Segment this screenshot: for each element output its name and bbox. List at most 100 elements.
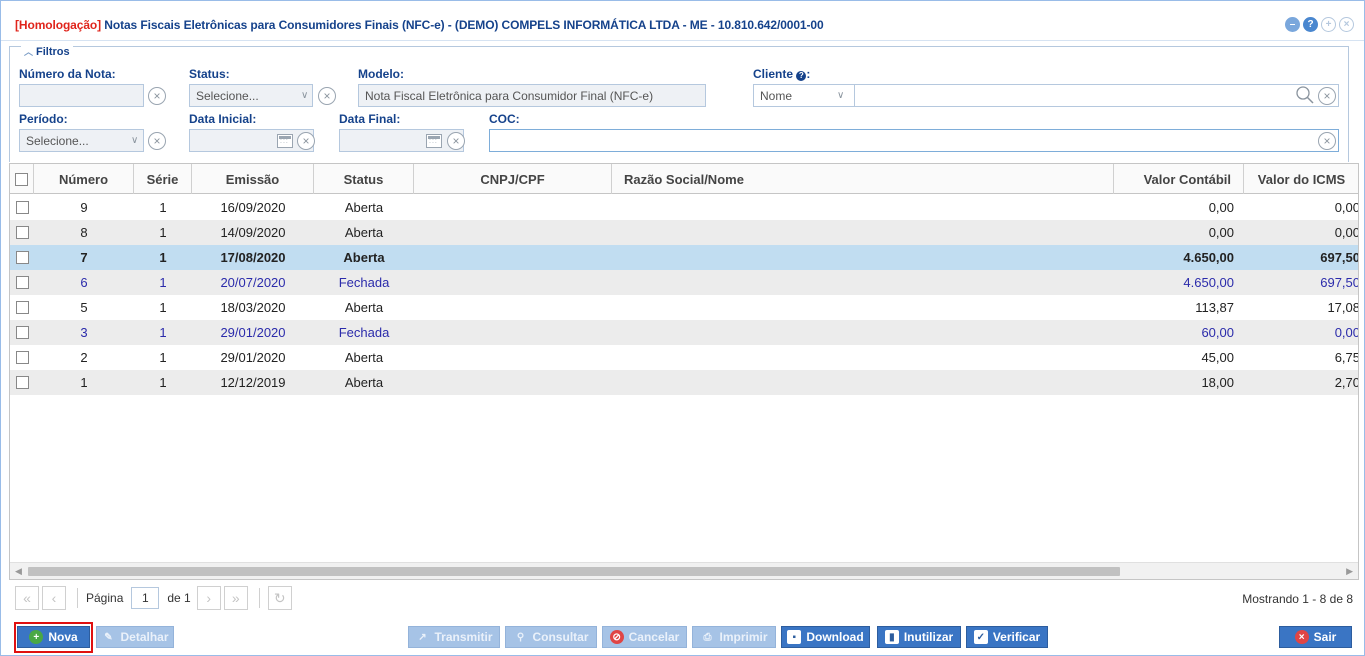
inutilizar-button[interactable]: ▮ Inutilizar — [877, 626, 961, 648]
status-clear-icon[interactable]: × — [318, 87, 336, 105]
refresh-icon[interactable]: ↻ — [267, 586, 292, 610]
periodo-select[interactable]: Selecione... — [19, 129, 144, 152]
modelo-field[interactable]: Nota Fiscal Eletrônica para Consumidor F… — [358, 84, 706, 107]
cliente-input[interactable] — [854, 84, 1339, 107]
scroll-left-icon[interactable]: ◀ — [15, 566, 22, 577]
window-tools: – ? + × — [1285, 17, 1354, 32]
cell-status: Aberta — [344, 225, 384, 240]
cell-status: Fechada — [338, 275, 390, 290]
horizontal-scrollbar[interactable]: ◀ ▶ — [10, 562, 1358, 579]
cell-valor-icms: 0,00 — [1334, 325, 1359, 340]
calendar-icon[interactable] — [277, 134, 293, 148]
coc-input[interactable] — [489, 129, 1339, 152]
row-checkbox[interactable] — [15, 301, 29, 314]
cliente-clear-icon[interactable]: × — [1318, 87, 1336, 105]
sair-button[interactable]: × Sair — [1279, 626, 1352, 648]
status-select[interactable]: Selecione... — [189, 84, 313, 107]
numero-clear-icon[interactable]: × — [148, 87, 166, 105]
cell-razao — [612, 345, 1114, 370]
pagination-toolbar: « ‹ Página 1 de 1 › » ↻ Mostrando 1 - 8 … — [9, 583, 1359, 613]
col-valor-contabil[interactable]: Valor Contábil — [1114, 164, 1244, 194]
col-cnpj[interactable]: CNPJ/CPF — [414, 164, 612, 194]
cliente-type-dropdown-icon[interactable]: ∨ — [837, 90, 844, 101]
page-of-label: de 1 — [167, 591, 191, 605]
cancel-icon: ⊘ — [609, 630, 624, 644]
cell-numero: 8 — [80, 225, 88, 240]
cell-cnpj — [414, 295, 612, 320]
col-status[interactable]: Status — [314, 164, 414, 194]
cancelar-label: Cancelar — [628, 630, 680, 644]
verificar-label: Verificar — [992, 630, 1041, 644]
cell-serie: 1 — [159, 325, 167, 340]
prev-page-icon[interactable]: ‹ — [42, 586, 66, 610]
calendar-icon[interactable] — [426, 134, 442, 148]
info-icon[interactable]: ? — [796, 71, 807, 81]
next-page-icon[interactable]: › — [196, 586, 221, 610]
search-icon[interactable] — [1295, 85, 1315, 105]
cell-cnpj — [414, 345, 612, 370]
col-emissao[interactable]: Emissão — [192, 164, 314, 194]
consultar-button[interactable]: ⚲ Consultar — [505, 626, 597, 648]
minimize-icon[interactable]: – — [1285, 17, 1300, 32]
row-checkbox[interactable] — [15, 326, 29, 339]
numero-nota-input[interactable] — [19, 84, 144, 107]
col-serie[interactable]: Série — [134, 164, 192, 194]
collapse-chevron-icon[interactable]: ︿ — [24, 45, 33, 58]
cell-serie: 1 — [159, 275, 167, 290]
table-row[interactable]: 5 1 18/03/2020 Aberta 113,87 17,08 — [10, 295, 1358, 320]
cell-valor-contabil: 60,00 — [1201, 325, 1234, 340]
details-icon: ✎ — [104, 631, 113, 643]
filters-legend[interactable]: ︿ Filtros — [21, 45, 73, 58]
data-inicial-input[interactable] — [189, 129, 314, 152]
row-checkbox[interactable] — [15, 251, 29, 264]
transmitir-button[interactable]: ↗ Transmitir — [408, 626, 500, 648]
checkbox-icon: ✓ — [973, 630, 988, 644]
row-checkbox[interactable] — [15, 226, 29, 239]
coc-clear-icon[interactable]: × — [1318, 132, 1336, 150]
scrollbar-thumb[interactable] — [28, 567, 1120, 576]
status-dropdown-icon[interactable]: ∨ — [301, 90, 308, 101]
data-final-input[interactable] — [339, 129, 464, 152]
table-row[interactable]: 1 1 12/12/2019 Aberta 18,00 2,70 — [10, 370, 1358, 395]
last-page-icon[interactable]: » — [223, 586, 248, 610]
select-all-checkbox[interactable] — [15, 172, 28, 186]
col-numero[interactable]: Número — [34, 164, 134, 194]
table-row[interactable]: 3 1 29/01/2020 Fechada 60,00 0,00 — [10, 320, 1359, 345]
consultar-label: Consultar — [532, 630, 589, 644]
table-row[interactable]: 9 1 16/09/2020 Aberta 0,00 0,00 — [10, 195, 1358, 220]
cancelar-button[interactable]: ⊘ Cancelar — [602, 626, 687, 648]
filters-legend-label: Filtros — [36, 45, 70, 58]
select-all-checkbox-cell[interactable] — [10, 164, 34, 194]
cell-cnpj — [414, 270, 612, 295]
first-page-icon[interactable]: « — [15, 586, 39, 610]
imprimir-button[interactable]: ⎙ Imprimir — [692, 626, 776, 648]
table-row[interactable]: 7 1 17/08/2020 Aberta 4.650,00 697,50 — [10, 245, 1358, 270]
periodo-dropdown-icon[interactable]: ∨ — [131, 135, 138, 146]
periodo-clear-icon[interactable]: × — [148, 132, 166, 150]
col-valor-icms[interactable]: Valor do ICMS — [1244, 164, 1358, 194]
help-icon[interactable]: ? — [1303, 17, 1318, 32]
scroll-right-icon[interactable]: ▶ — [1346, 566, 1353, 577]
row-checkbox[interactable] — [15, 351, 29, 364]
row-checkbox[interactable] — [15, 276, 29, 289]
modelo-label: Modelo: — [358, 67, 404, 81]
cell-numero: 5 — [80, 300, 88, 315]
data-final-clear-icon[interactable]: × — [447, 132, 465, 150]
maximize-icon[interactable]: + — [1321, 17, 1336, 32]
cell-razao — [612, 295, 1114, 320]
table-row[interactable]: 8 1 14/09/2020 Aberta 0,00 0,00 — [10, 220, 1358, 245]
row-checkbox[interactable] — [15, 201, 29, 214]
page-input[interactable]: 1 — [131, 587, 160, 609]
col-razao-social[interactable]: Razão Social/Nome — [612, 164, 1114, 194]
table-row[interactable]: 6 1 20/07/2020 Fechada 4.650,00 697,50 — [10, 270, 1358, 295]
row-checkbox[interactable] — [15, 376, 29, 389]
cell-status: Fechada — [338, 325, 390, 340]
download-button[interactable]: ▪ Download — [781, 626, 870, 648]
verificar-button[interactable]: ✓ Verificar — [966, 626, 1048, 648]
imprimir-label: Imprimir — [719, 630, 768, 644]
close-icon[interactable]: × — [1339, 17, 1354, 32]
data-inicial-clear-icon[interactable]: × — [297, 132, 315, 150]
table-row[interactable]: 2 1 29/01/2020 Aberta 45,00 6,75 — [10, 345, 1358, 370]
detalhar-button[interactable]: ✎ Detalhar — [96, 626, 174, 648]
cell-valor-contabil: 18,00 — [1201, 375, 1234, 390]
